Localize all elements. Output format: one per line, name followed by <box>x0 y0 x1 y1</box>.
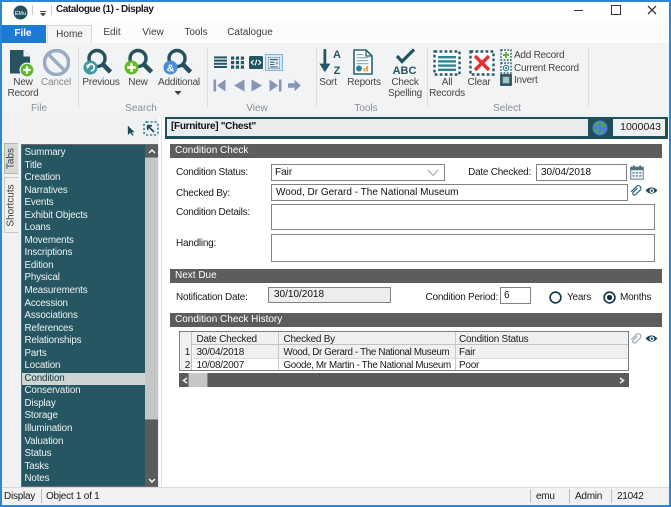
svg-text:Z: Z <box>334 65 341 77</box>
svg-text:A: A <box>333 49 341 61</box>
svg-text:&: & <box>167 63 175 75</box>
svg-text:EMu: EMu <box>15 11 27 17</box>
svg-text:ABC: ABC <box>393 65 417 77</box>
